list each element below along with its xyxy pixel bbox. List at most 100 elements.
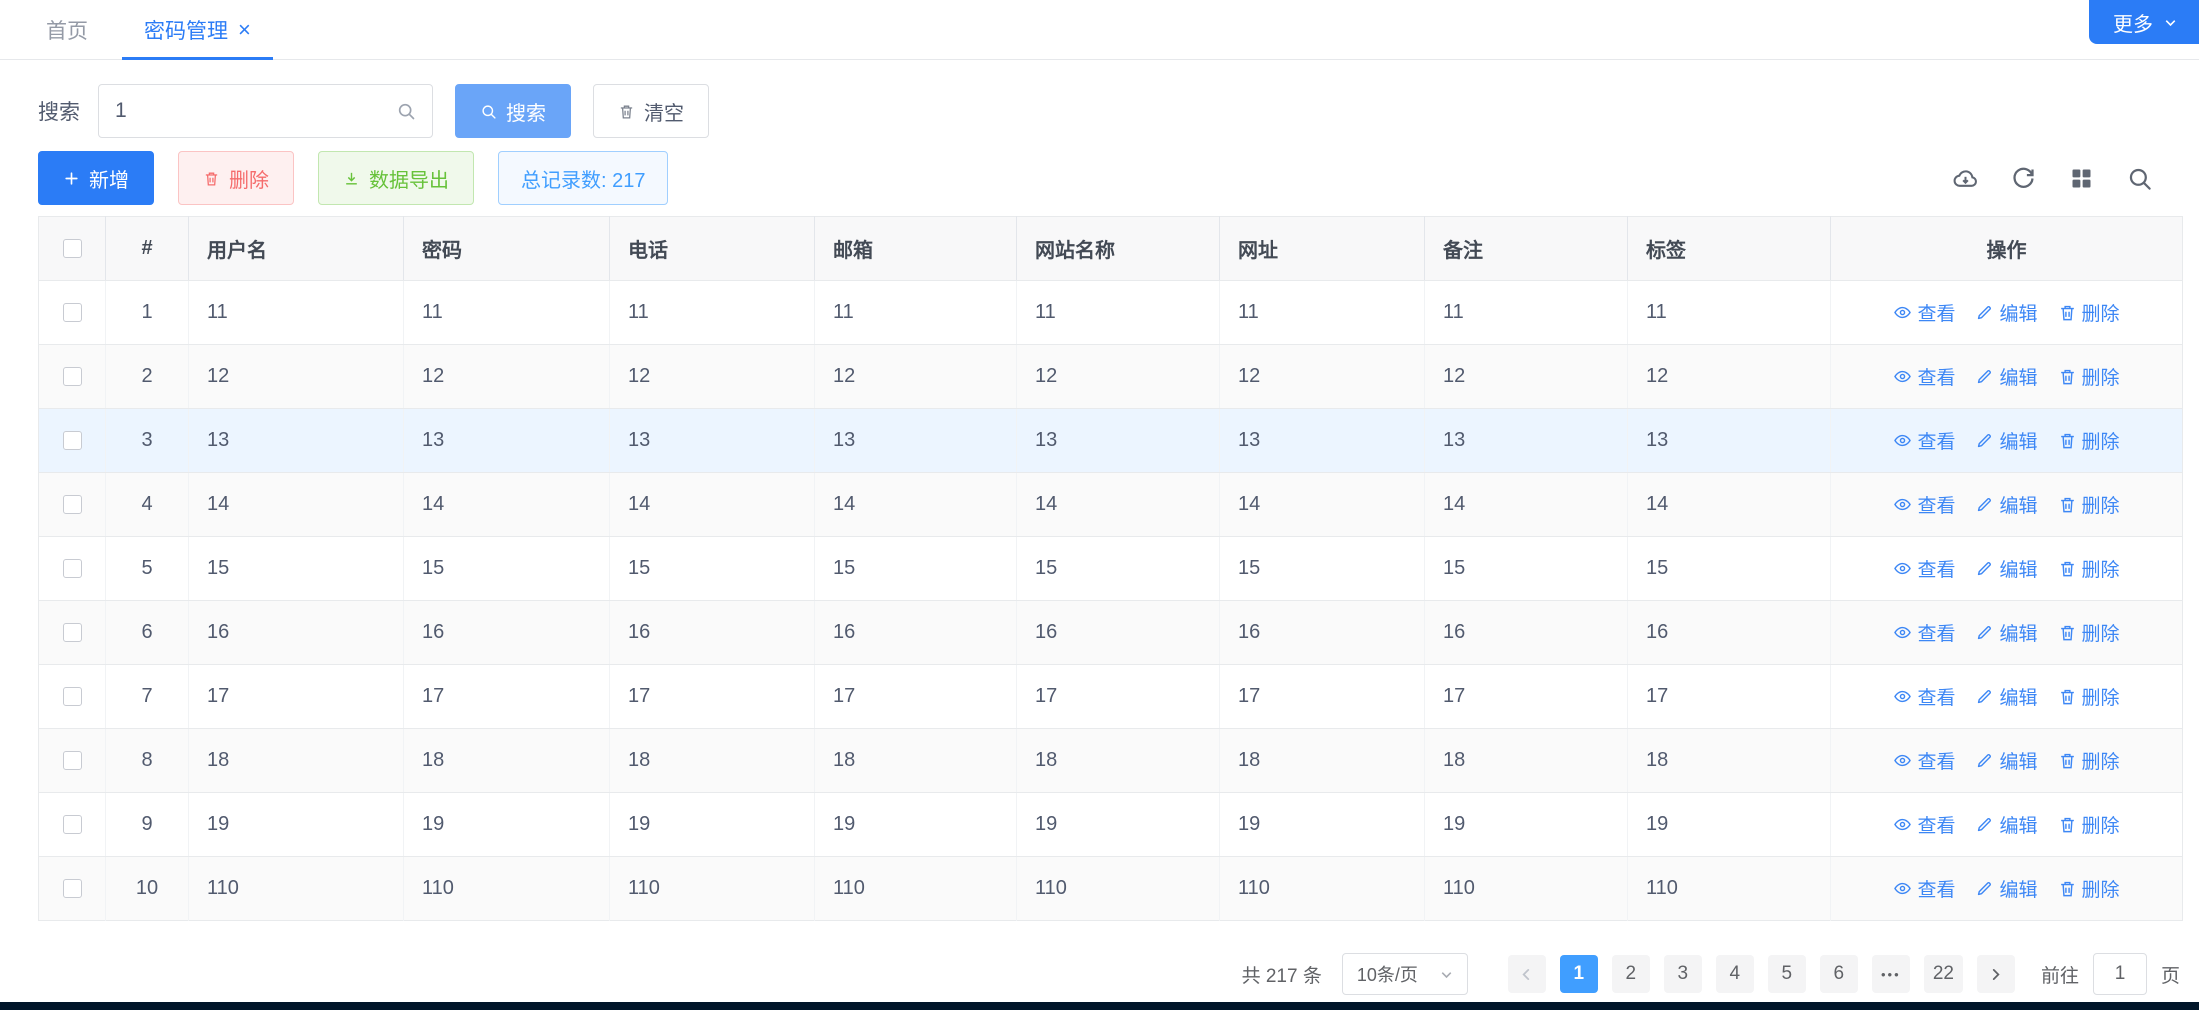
delete-link[interactable]: 删除 xyxy=(2058,811,2120,838)
cloud-download-button[interactable] xyxy=(1943,156,1987,200)
table-cell: 16 xyxy=(1220,601,1425,665)
prev-page-button[interactable] xyxy=(1508,955,1546,993)
row-index: 1 xyxy=(106,281,189,345)
delete-link[interactable]: 删除 xyxy=(2058,555,2120,582)
eye-icon xyxy=(1893,687,1912,706)
pencil-icon xyxy=(1975,879,1994,898)
page-button-4[interactable]: 4 xyxy=(1716,955,1754,993)
pagination: 共 217 条 10条/页 123456•••22 前往 页 xyxy=(1242,952,2180,996)
page-button-22[interactable]: 22 xyxy=(1924,955,1963,993)
table-cell: 11 xyxy=(404,281,610,345)
view-link[interactable]: 查看 xyxy=(1893,811,1955,838)
row-checkbox[interactable] xyxy=(63,431,82,450)
tab-close-icon[interactable]: × xyxy=(238,19,251,41)
table-cell: 110 xyxy=(189,857,404,921)
pencil-icon xyxy=(1975,495,1994,514)
trash-icon xyxy=(2058,879,2077,898)
delete-link[interactable]: 删除 xyxy=(2058,683,2120,710)
row-index: 6 xyxy=(106,601,189,665)
grid-button[interactable] xyxy=(2059,156,2103,200)
trash-icon xyxy=(2058,815,2077,834)
magnifier-button[interactable] xyxy=(2117,156,2161,200)
view-link[interactable]: 查看 xyxy=(1893,747,1955,774)
edit-link[interactable]: 编辑 xyxy=(1975,811,2037,838)
select-all-checkbox[interactable] xyxy=(63,239,82,258)
edit-link[interactable]: 编辑 xyxy=(1975,619,2037,646)
delete-button[interactable]: 删除 xyxy=(178,151,294,205)
delete-link[interactable]: 删除 xyxy=(2058,491,2120,518)
delete-link[interactable]: 删除 xyxy=(2058,747,2120,774)
table-cell: 15 xyxy=(1220,537,1425,601)
more-pages-button[interactable]: ••• xyxy=(1872,955,1910,993)
tab-home[interactable]: 首页 xyxy=(18,0,116,59)
page-button-1[interactable]: 1 xyxy=(1560,955,1598,993)
table-cell: 13 xyxy=(189,409,404,473)
view-link[interactable]: 查看 xyxy=(1893,363,1955,390)
export-button-label: 数据导出 xyxy=(369,164,449,193)
row-checkbox[interactable] xyxy=(63,495,82,514)
magnifier-icon xyxy=(2126,165,2153,192)
view-link[interactable]: 查看 xyxy=(1893,555,1955,582)
view-link[interactable]: 查看 xyxy=(1893,619,1955,646)
more-button[interactable]: 更多 xyxy=(2089,0,2199,44)
page-button-5[interactable]: 5 xyxy=(1768,955,1806,993)
edit-link[interactable]: 编辑 xyxy=(1975,683,2037,710)
search-input[interactable] xyxy=(115,99,386,123)
goto-page-input[interactable] xyxy=(2093,953,2147,995)
clear-button[interactable]: 清空 xyxy=(593,84,709,138)
table-cell: 14 xyxy=(815,473,1017,537)
delete-link[interactable]: 删除 xyxy=(2058,427,2120,454)
row-checkbox[interactable] xyxy=(63,687,82,706)
view-link[interactable]: 查看 xyxy=(1893,299,1955,326)
refresh-button[interactable] xyxy=(2001,156,2045,200)
edit-link[interactable]: 编辑 xyxy=(1975,363,2037,390)
page-button-3[interactable]: 3 xyxy=(1664,955,1702,993)
column-header: 网址 xyxy=(1220,217,1425,281)
tab-bar: 首页 密码管理 × 更多 xyxy=(0,0,2199,60)
table-cell: 14 xyxy=(189,473,404,537)
delete-link[interactable]: 删除 xyxy=(2058,875,2120,902)
row-checkbox[interactable] xyxy=(63,815,82,834)
row-checkbox[interactable] xyxy=(63,751,82,770)
view-link[interactable]: 查看 xyxy=(1893,683,1955,710)
page-button-6[interactable]: 6 xyxy=(1820,955,1858,993)
trash-icon xyxy=(2058,367,2077,386)
edit-link[interactable]: 编辑 xyxy=(1975,299,2037,326)
table-cell: 11 xyxy=(1628,281,1831,345)
add-button[interactable]: 新增 xyxy=(38,151,154,205)
view-link[interactable]: 查看 xyxy=(1893,491,1955,518)
column-header: 密码 xyxy=(404,217,610,281)
row-checkbox[interactable] xyxy=(63,303,82,322)
delete-link[interactable]: 删除 xyxy=(2058,363,2120,390)
eye-icon xyxy=(1893,431,1912,450)
total-records-badge: 总记录数: 217 xyxy=(498,151,668,205)
table-cell: 19 xyxy=(189,793,404,857)
table-cell: 16 xyxy=(610,601,815,665)
tab-password-management[interactable]: 密码管理 × xyxy=(116,0,279,59)
table-cell: 19 xyxy=(1425,793,1628,857)
edit-link[interactable]: 编辑 xyxy=(1975,555,2037,582)
table-cell: 11 xyxy=(610,281,815,345)
view-link[interactable]: 查看 xyxy=(1893,427,1955,454)
trash-icon xyxy=(2058,495,2077,514)
row-checkbox[interactable] xyxy=(63,623,82,642)
page-button-2[interactable]: 2 xyxy=(1612,955,1650,993)
row-checkbox[interactable] xyxy=(63,879,82,898)
edit-link[interactable]: 编辑 xyxy=(1975,427,2037,454)
delete-link[interactable]: 删除 xyxy=(2058,299,2120,326)
edit-link[interactable]: 编辑 xyxy=(1975,491,2037,518)
edit-link[interactable]: 编辑 xyxy=(1975,875,2037,902)
row-checkbox[interactable] xyxy=(63,367,82,386)
table-cell: 12 xyxy=(815,345,1017,409)
row-checkbox[interactable] xyxy=(63,559,82,578)
row-actions: 查看编辑删除 xyxy=(1831,857,2183,921)
export-button[interactable]: 数据导出 xyxy=(318,151,474,205)
next-page-button[interactable] xyxy=(1977,955,2015,993)
edit-link[interactable]: 编辑 xyxy=(1975,747,2037,774)
view-link[interactable]: 查看 xyxy=(1893,875,1955,902)
search-button[interactable]: 搜索 xyxy=(455,84,571,138)
delete-link[interactable]: 删除 xyxy=(2058,619,2120,646)
row-checkbox-cell xyxy=(39,729,106,793)
page-size-select[interactable]: 10条/页 xyxy=(1342,953,1468,995)
row-checkbox-cell xyxy=(39,537,106,601)
